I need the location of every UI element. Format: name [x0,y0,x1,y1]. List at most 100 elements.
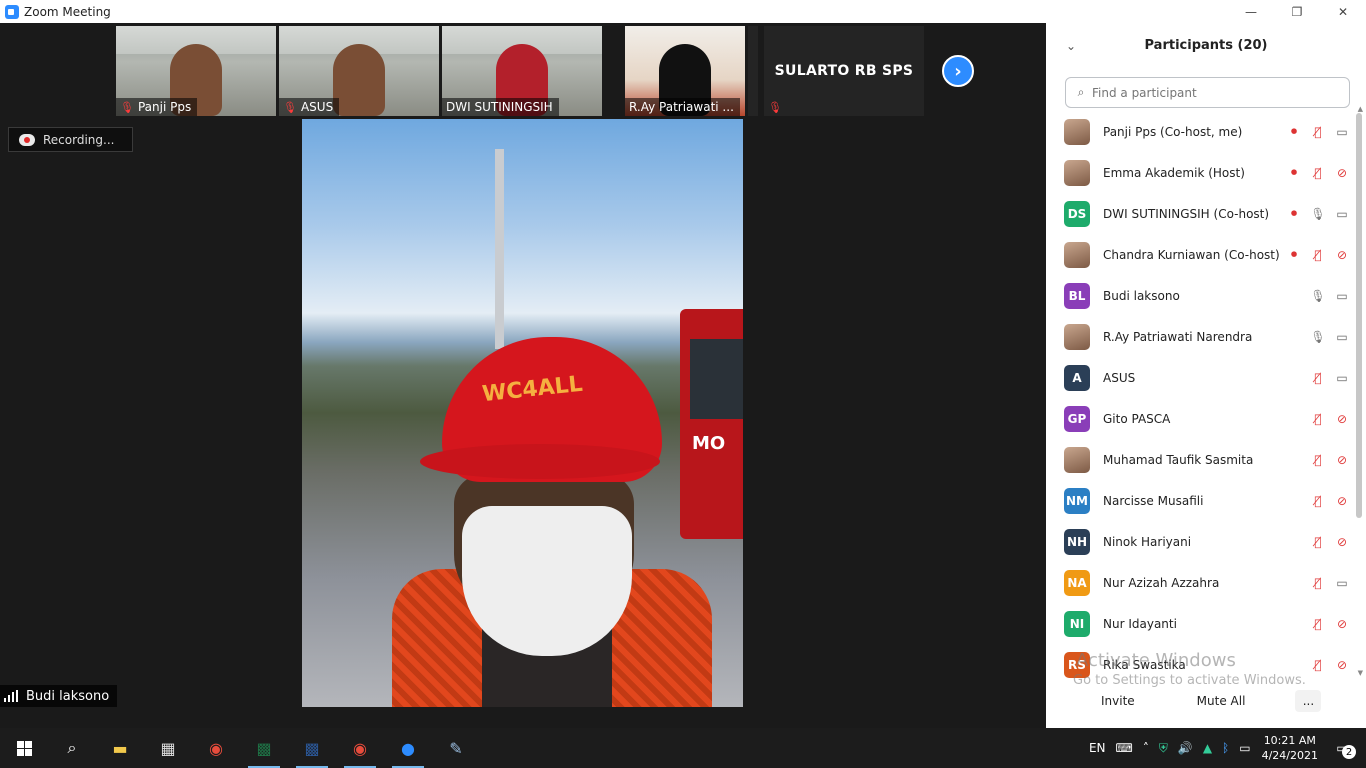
start-button[interactable] [0,728,48,768]
participant-name: Nur Azizah Azzahra [1103,575,1220,590]
tile-name-label: 🎙 ASUS [279,98,340,116]
mic-muted-icon[interactable]: 🎙̸ [1306,125,1330,139]
video-tile[interactable]: DWI SUTININGSIH [442,26,602,116]
next-page-button[interactable]: › [942,55,974,87]
camera-icon[interactable]: ▭ [1330,576,1354,590]
camera-off-icon[interactable]: ⊘ [1330,658,1354,672]
participant-row[interactable]: NA Nur Azizah Azzahra 🎙̸ ▭ [1046,562,1354,603]
language-indicator[interactable]: EN [1089,741,1106,755]
mic-muted-icon[interactable]: 🎙̸ [1306,617,1330,631]
mic-muted-icon[interactable]: 🎙̸ [1306,371,1330,385]
participant-row[interactable]: NH Ninok Hariyani 🎙̸ ⊘ [1046,521,1354,562]
store-icon[interactable]: ▦ [144,728,192,768]
participant-name: Nur Idayanti [1103,616,1177,631]
mic-muted-icon[interactable]: 🎙̸ [1306,494,1330,508]
camera-off-icon[interactable]: ⊘ [1330,248,1354,262]
notification-badge: 2 [1342,745,1356,759]
word-icon[interactable]: ▩ [288,728,336,768]
mic-muted-icon[interactable]: 🎙̸ [1306,412,1330,426]
camera-icon[interactable]: ▭ [1330,125,1354,139]
video-tile[interactable]: 🎙 ASUS [279,26,439,116]
mic-muted-icon[interactable]: 🎙̸ [1306,166,1330,180]
participants-header: ⌄ Participants (20) [1046,23,1366,68]
mute-all-button[interactable]: Mute All [1187,690,1256,712]
participant-search[interactable]: ⌕ [1065,77,1350,108]
close-button[interactable]: ✕ [1320,0,1366,23]
chevron-up-icon[interactable]: ˄ [1143,741,1149,755]
keyboard-icon[interactable]: ⌨ [1116,741,1133,755]
paint-icon[interactable]: ✎ [432,728,480,768]
chevron-down-icon[interactable]: ⌄ [1066,39,1076,53]
chrome-icon[interactable]: ◉ [192,728,240,768]
tile-gap [748,26,758,116]
camera-off-icon[interactable]: ⊘ [1330,166,1354,180]
notification-center-button[interactable]: ▭ 2 [1328,737,1356,759]
invite-button[interactable]: Invite [1091,690,1145,712]
participant-row[interactable]: Emma Akademik (Host) ⏺ 🎙̸ ⊘ [1046,152,1354,193]
mic-muted-icon[interactable]: 🎙̸ [1306,658,1330,672]
truck-window [690,339,743,419]
signal-bars-icon [4,690,20,702]
battery-icon[interactable]: ▭ [1239,741,1250,755]
video-tile[interactable]: SULARTO RB SPS 🎙 [764,26,924,116]
mic-muted-icon[interactable]: 🎙̸ [1306,248,1330,262]
participant-row[interactable]: Chandra Kurniawan (Co-host) ⏺ 🎙̸ ⊘ [1046,234,1354,275]
participant-row[interactable]: BL Budi laksono 🎙 ▭ [1046,275,1354,316]
camera-icon[interactable]: ▭ [1330,330,1354,344]
mic-icon[interactable]: 🎙 [1306,207,1330,221]
clock[interactable]: 10:21 AM 4/24/2021 [1262,733,1318,763]
bluetooth-icon[interactable]: ᛒ [1222,741,1229,755]
truck: MO [680,309,743,539]
participant-list[interactable]: Panji Pps (Co-host, me) ⏺ 🎙̸ ▭ Emma Akademik… [1046,111,1354,679]
excel-icon[interactable]: ▩ [240,728,288,768]
search-input[interactable] [1092,85,1349,100]
camera-icon[interactable]: ▭ [1330,371,1354,385]
mic-icon[interactable]: 🎙 [1306,330,1330,344]
participant-row[interactable]: NI Nur Idayanti 🎙̸ ⊘ [1046,603,1354,644]
restore-button[interactable]: ❐ [1274,0,1320,23]
network-icon[interactable]: ▲ [1203,741,1212,755]
zoom-icon[interactable]: ● [384,728,432,768]
video-tile[interactable]: 🎙 Panji Pps [116,26,276,116]
minimize-button[interactable]: — [1228,0,1274,23]
scrollbar-thumb[interactable] [1356,113,1362,518]
participant-row[interactable]: GP Gito PASCA 🎙̸ ⊘ [1046,398,1354,439]
camera-off-icon[interactable]: ⊘ [1330,494,1354,508]
shield-icon[interactable]: ⛨ [1159,741,1168,756]
avatar [1064,241,1090,268]
scroll-up-icon[interactable]: ▲ [1358,105,1363,113]
participant-name: Narcisse Musafili [1103,493,1204,508]
participants-title: Participants (20) [1144,38,1268,53]
avatar: NH [1064,528,1090,555]
camera-off-icon[interactable]: ⊘ [1330,617,1354,631]
more-button[interactable]: ... [1295,690,1322,712]
chrome-profile-icon[interactable]: ◉ [336,728,384,768]
mic-icon[interactable]: 🎙 [1306,289,1330,303]
participant-row[interactable]: R.Ay Patriawati Narendra 🎙 ▭ [1046,316,1354,357]
camera-off-icon[interactable]: ⊘ [1330,453,1354,467]
participant-name: Gito PASCA [1103,411,1171,426]
camera-icon[interactable]: ▭ [1330,207,1354,221]
video-tile[interactable]: R.Ay Patriawati ... [625,26,745,116]
participant-row[interactable]: Muhamad Taufik Sasmita 🎙̸ ⊘ [1046,439,1354,480]
participant-row[interactable]: NM Narcisse Musafili 🎙̸ ⊘ [1046,480,1354,521]
cap-text: WC4ALL [480,371,584,408]
participants-actions: Invite Mute All ... [1046,690,1366,712]
avatar: NI [1064,610,1090,637]
speaker-icon[interactable]: 🔊 [1178,741,1193,755]
camera-off-icon[interactable]: ⊘ [1330,412,1354,426]
participant-row[interactable]: DS DWI SUTININGSIH (Co-host) ⏺ 🎙 ▭ [1046,193,1354,234]
file-explorer-icon[interactable]: ▬ [96,728,144,768]
camera-off-icon[interactable]: ⊘ [1330,535,1354,549]
participant-status-icons: 🎙̸ ▭ [1282,371,1354,385]
mic-muted-icon[interactable]: 🎙̸ [1306,535,1330,549]
scroll-down-icon[interactable]: ▼ [1358,669,1363,677]
search-icon[interactable]: ⌕ [48,728,96,768]
participant-row[interactable]: A ASUS 🎙̸ ▭ [1046,357,1354,398]
camera-icon[interactable]: ▭ [1330,289,1354,303]
recording-indicator[interactable]: Recording... [8,127,133,152]
participant-name: Budi laksono [1103,288,1180,303]
participant-row[interactable]: Panji Pps (Co-host, me) ⏺ 🎙̸ ▭ [1046,111,1354,152]
mic-muted-icon[interactable]: 🎙̸ [1306,576,1330,590]
mic-muted-icon[interactable]: 🎙̸ [1306,453,1330,467]
